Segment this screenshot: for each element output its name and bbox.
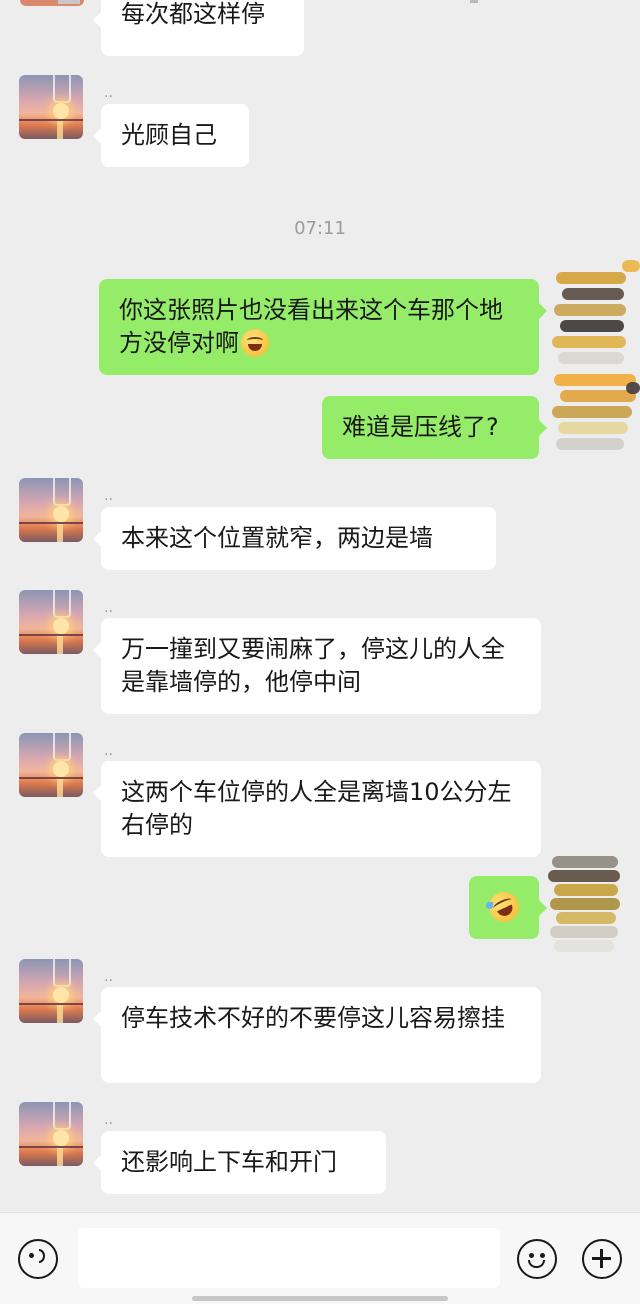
input-bar (0, 1212, 640, 1304)
sender-name: .. (104, 488, 113, 504)
self-avatar[interactable] (548, 850, 624, 956)
contact-avatar[interactable] (19, 1102, 83, 1166)
sender-name: .. (104, 1112, 113, 1128)
message-text: 万一撞到又要闹麻了，停这儿的人全是靠墙停的，他停中间 (121, 635, 505, 696)
message-bubble[interactable]: 每次都这样停 (93, 0, 304, 56)
message-text: 这两个车位停的人全是离墙10公分左右停的 (121, 778, 512, 839)
message-input[interactable] (78, 1228, 500, 1288)
sender-name: .. (104, 969, 113, 985)
message-bubble[interactable]: 万一撞到又要闹麻了，停这儿的人全是靠墙停的，他停中间 (93, 618, 541, 714)
contact-avatar[interactable] (19, 75, 83, 139)
message-text: 难道是压线了? (342, 413, 499, 441)
message-bubble[interactable]: 还影响上下车和开门 (93, 1131, 386, 1194)
contact-avatar[interactable] (19, 959, 83, 1023)
message-bubble[interactable]: 停车技术不好的不要停这儿容易擦挂 (93, 987, 541, 1083)
message-text: 还影响上下车和开门 (121, 1148, 337, 1176)
message-bubble[interactable]: 本来这个位置就窄，两边是墙 (93, 507, 496, 570)
self-avatar[interactable] (552, 252, 640, 482)
message-bubble[interactable]: 光顾自己 (93, 104, 249, 167)
contact-avatar[interactable] (19, 478, 83, 542)
sender-name: .. (104, 85, 113, 101)
home-indicator[interactable] (192, 1296, 448, 1301)
sender-name: .. (104, 743, 113, 759)
message-bubble[interactable]: 你这张照片也没看出来这个车那个地方没停对啊 (99, 279, 547, 375)
plus-icon[interactable] (582, 1239, 622, 1279)
laughing-emoji-icon (241, 329, 269, 357)
contact-avatar[interactable] (19, 733, 83, 797)
message-text: 光顾自己 (121, 121, 217, 149)
message-bubble[interactable]: 难道是压线了? (322, 396, 547, 459)
timestamp: 07:11 (294, 218, 346, 239)
message-bubble[interactable]: 这两个车位停的人全是离墙10公分左右停的 (93, 761, 541, 857)
sender-name: .. (104, 600, 113, 616)
message-text: 每次都这样停 (121, 0, 265, 28)
contact-avatar[interactable] (19, 590, 83, 654)
message-bubble[interactable] (469, 876, 547, 939)
message-text: 你这张照片也没看出来这个车那个地方没停对啊 (119, 296, 503, 357)
voice-icon[interactable] (18, 1239, 58, 1279)
chat-area[interactable]: 每次都这样停 .. 光顾自己 07:11 你这张照片也没看出来这个车那个地方没停… (0, 0, 640, 1212)
partial-previous-message (0, 0, 640, 6)
message-text: 本来这个位置就窄，两边是墙 (121, 524, 433, 552)
emoji-icon[interactable] (517, 1239, 557, 1279)
message-text: 停车技术不好的不要停这儿容易擦挂 (121, 1004, 505, 1032)
